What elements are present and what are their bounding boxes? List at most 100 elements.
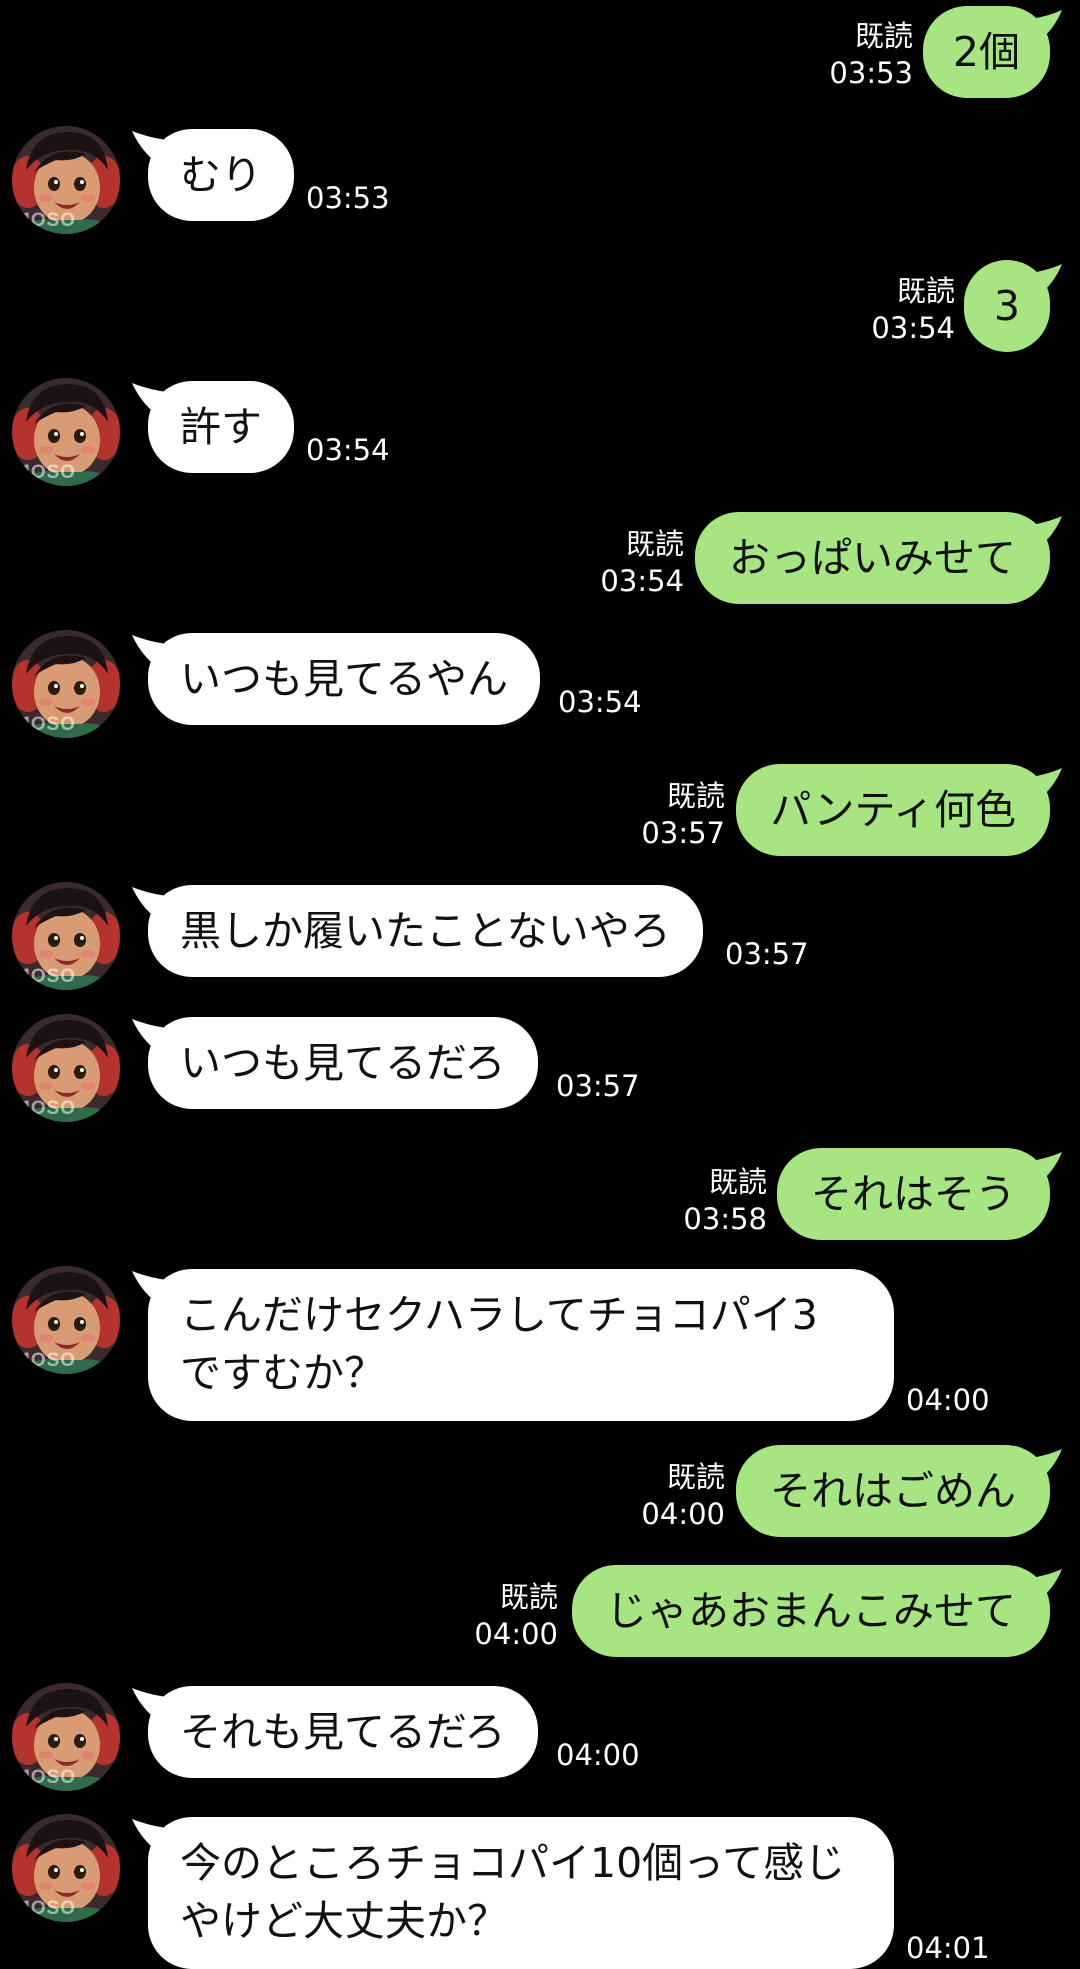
avatar-watermark: MOSO — [14, 1098, 77, 1119]
avatar-watermark: MOSO — [14, 714, 77, 735]
message-time: 04:00 — [641, 1497, 725, 1531]
message-text: パンティ何色 — [770, 786, 1016, 834]
message-time: 04:00 — [474, 1617, 558, 1651]
message-row-outgoing: 既読 04:00 じゃあおまんこみせて — [0, 1561, 1080, 1671]
message-bubble-incoming[interactable]: いつも見てるだろ — [132, 1017, 538, 1109]
read-receipt: 既読 — [625, 527, 684, 561]
bubble-tail — [1022, 10, 1062, 44]
message-bubble-outgoing[interactable]: 2個 — [922, 6, 1062, 98]
read-receipt: 既読 — [499, 1580, 558, 1614]
bubble-tail — [132, 1688, 176, 1722]
bubble-tail — [1022, 264, 1062, 298]
message-row-incoming: MOSO 許す 03:54 — [0, 376, 1080, 496]
bubble-tail — [1022, 1569, 1062, 1603]
contact-avatar[interactable]: MOSO — [12, 882, 120, 990]
message-time: 04:00 — [556, 1738, 640, 1772]
message-row-incoming: MOSO むり 03:53 — [0, 124, 1080, 244]
message-meta: 既読 03:54 — [600, 526, 684, 600]
message-bubble-outgoing[interactable]: それはごめん — [736, 1445, 1062, 1537]
contact-avatar[interactable]: MOSO — [12, 126, 120, 234]
message-text: むり — [180, 151, 262, 199]
message-text: おっぱいみせて — [729, 534, 1016, 582]
contact-avatar[interactable]: MOSO — [12, 1683, 120, 1791]
avatar-watermark: MOSO — [14, 1767, 77, 1788]
message-bubble-outgoing[interactable]: パンティ何色 — [736, 764, 1062, 856]
message-time: 03:53 — [829, 56, 913, 90]
read-receipt: 既読 — [666, 779, 725, 813]
contact-avatar[interactable]: MOSO — [12, 630, 120, 738]
message-text-line: ですむか？ — [180, 1349, 385, 1397]
message-text: 3 — [993, 282, 1020, 330]
message-meta: 既読 03:54 — [871, 273, 955, 347]
message-meta: 既読 03:57 — [641, 778, 725, 852]
contact-avatar[interactable]: MOSO — [12, 378, 120, 486]
message-bubble-incoming[interactable]: こんだけセクハラしてチョコパイ3 ですむか？ — [132, 1269, 894, 1421]
avatar-watermark: MOSO — [14, 1350, 77, 1371]
message-time: 03:57 — [725, 937, 809, 971]
message-bubble-outgoing[interactable]: 3 — [963, 260, 1062, 352]
bubble-tail — [132, 1271, 176, 1305]
message-row-outgoing: 既読 04:00 それはごめん — [0, 1441, 1080, 1551]
bubble-tail — [132, 383, 176, 417]
bubble-tail — [132, 887, 176, 921]
message-text-line: 今のところチョコパイ10個って感じ — [180, 1839, 846, 1887]
message-time: 03:58 — [683, 1202, 767, 1236]
message-row-outgoing: 既読 03:57 パンティ何色 — [0, 760, 1080, 870]
message-time: 04:00 — [906, 1383, 990, 1417]
message-row-incoming: MOSO こんだけセクハラしてチョコパイ3 ですむか？ 04:00 — [0, 1264, 1080, 1434]
message-bubble-incoming[interactable]: 今のところチョコパイ10個って感じ やけど大丈夫か？ — [132, 1817, 894, 1969]
read-receipt: 既読 — [708, 1165, 767, 1199]
message-bubble-incoming[interactable]: それも見てるだろ — [132, 1686, 538, 1778]
message-text: いつも見てるやん — [180, 655, 508, 703]
message-time: 03:57 — [641, 816, 725, 850]
contact-avatar[interactable]: MOSO — [12, 1266, 120, 1374]
message-time: 04:01 — [906, 1931, 990, 1965]
message-text-line: こんだけセクハラしてチョコパイ3 — [180, 1291, 818, 1339]
avatar-watermark: MOSO — [14, 1898, 77, 1919]
message-time: 03:54 — [600, 564, 684, 598]
message-bubble-outgoing[interactable]: それはそう — [777, 1148, 1062, 1240]
message-text: それはごめん — [770, 1467, 1016, 1515]
message-bubble-outgoing[interactable]: おっぱいみせて — [695, 512, 1062, 604]
message-bubble-incoming[interactable]: 黒しか履いたことないやろ — [132, 885, 703, 977]
message-row-incoming: MOSO それも見てるだろ 04:00 — [0, 1681, 1080, 1801]
bubble-tail — [132, 1019, 176, 1053]
avatar-watermark: MOSO — [14, 462, 77, 483]
avatar-watermark: MOSO — [14, 966, 77, 987]
message-meta: 既読 04:00 — [641, 1459, 725, 1533]
message-row-outgoing: 既読 03:54 3 — [0, 252, 1080, 362]
message-row-outgoing: 既読 03:54 おっぱいみせて — [0, 506, 1080, 616]
message-bubble-incoming[interactable]: むり — [132, 129, 294, 221]
message-meta: 既読 03:58 — [683, 1164, 767, 1238]
message-bubble-outgoing[interactable]: じゃあおまんこみせて — [572, 1565, 1062, 1657]
chat-area[interactable]: 既読 03:53 2個 MOSO むり 03:53 既読 03:54 3 MOS… — [0, 0, 1080, 1969]
message-time: 03:54 — [558, 685, 642, 719]
message-text: それはそう — [811, 1170, 1016, 1218]
message-bubble-incoming[interactable]: いつも見てるやん — [132, 633, 540, 725]
message-row-incoming: MOSO いつも見てるやん 03:54 — [0, 628, 1080, 748]
message-text: 2個 — [952, 28, 1020, 76]
message-time: 03:54 — [871, 311, 955, 345]
bubble-tail — [132, 1819, 176, 1853]
contact-avatar[interactable]: MOSO — [12, 1814, 120, 1922]
avatar-watermark: MOSO — [14, 210, 77, 231]
bubble-tail — [1022, 1152, 1062, 1186]
bubble-tail — [132, 635, 176, 669]
message-time: 03:54 — [306, 433, 390, 467]
message-text: 黒しか履いたことないやろ — [180, 907, 671, 955]
message-bubble-incoming[interactable]: 許す — [132, 381, 294, 473]
read-receipt: 既読 — [896, 274, 955, 308]
message-meta: 既読 04:00 — [474, 1579, 558, 1653]
bubble-tail — [132, 131, 176, 165]
contact-avatar[interactable]: MOSO — [12, 1014, 120, 1122]
message-row-incoming: MOSO いつも見てるだろ 03:57 — [0, 1012, 1080, 1132]
message-row-outgoing: 既読 03:53 2個 — [0, 0, 1080, 110]
message-text: じゃあおまんこみせて — [606, 1587, 1016, 1635]
message-row-outgoing: 既読 03:58 それはそう — [0, 1144, 1080, 1254]
message-text: それも見てるだろ — [180, 1708, 506, 1756]
message-meta: 既読 03:53 — [829, 18, 913, 92]
read-receipt: 既読 — [854, 19, 913, 53]
message-time: 03:57 — [556, 1069, 640, 1103]
message-text-line: やけど大丈夫か？ — [180, 1897, 508, 1945]
message-text: いつも見てるだろ — [180, 1039, 506, 1087]
